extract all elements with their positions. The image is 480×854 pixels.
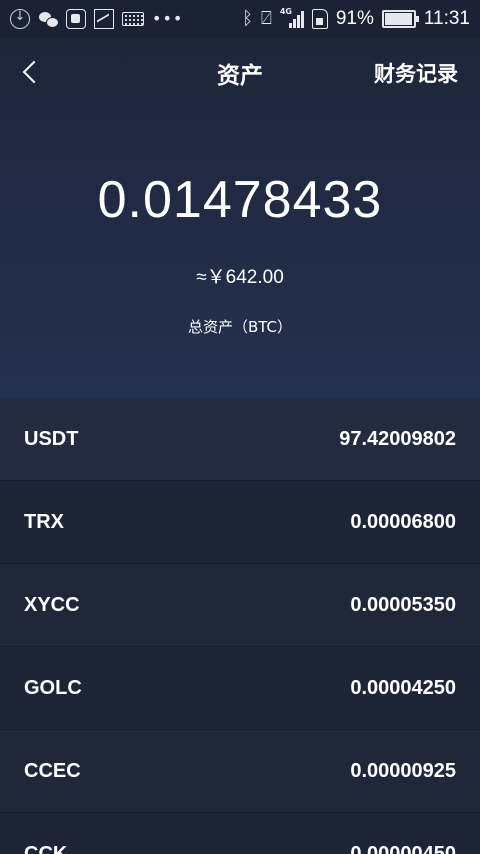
asset-balance: 0.00005350 [350,593,456,616]
asset-name: CCK [24,842,68,854]
nav-bar: 资产 财务记录 [0,38,480,106]
asset-row-trx[interactable]: TRX 0.00006800 [0,481,480,564]
bluetooth-icon: ᛒ [242,8,254,29]
asset-row-xycc[interactable]: XYCC 0.00005350 [0,564,480,647]
status-bar: ••• ᛒ ⍁ 4G 91% 11:31 [0,0,480,38]
asset-row-ccec[interactable]: CCEC 0.00000925 [0,730,480,813]
asset-row-golc[interactable]: GOLC 0.00004250 [0,647,480,730]
asset-balance: 0.00000450 [350,842,456,854]
notification-icons: ••• [10,9,191,29]
clock: 11:31 [423,8,470,29]
asset-balance: 0.00006800 [350,510,456,533]
app-icon [66,9,86,29]
download-icon [10,9,30,29]
asset-summary-header: 资产 财务记录 0.01478433 ≈￥642.00 总资产（BTC） [0,38,480,398]
more-icon: ••• [152,9,184,28]
total-assets-label: 总资产（BTC） [187,318,293,336]
sim-icon [311,9,328,29]
gallery-icon [94,9,114,29]
asset-name: XYCC [24,593,80,616]
asset-row-cck[interactable]: CCK 0.00000450 [0,813,480,854]
asset-row-usdt[interactable]: USDT 97.42009802 [0,398,480,481]
asset-balance: 0.00000925 [350,759,456,782]
asset-list: USDT 97.42009802 TRX 0.00006800 XYCC 0.0… [0,398,480,854]
asset-name: GOLC [24,676,82,699]
financial-records-link[interactable]: 财务记录 [374,58,458,88]
asset-name: TRX [24,510,64,533]
wechat-icon [38,9,59,29]
asset-balance: 97.42009802 [339,427,456,450]
signal-icon: 4G [280,7,304,29]
mute-icon: ⍁ [261,8,272,29]
keyboard-icon [122,12,144,26]
fiat-equivalent: ≈￥642.00 [196,267,284,288]
asset-balance: 0.00004250 [350,676,456,699]
battery-percentage: 91% [335,8,374,29]
asset-name: USDT [24,427,79,450]
asset-name: CCEC [24,759,81,782]
battery-icon [381,10,419,28]
system-icons: ᛒ ⍁ 4G 91% 11:31 [234,7,470,30]
total-btc-amount: 0.01478433 [97,171,383,229]
